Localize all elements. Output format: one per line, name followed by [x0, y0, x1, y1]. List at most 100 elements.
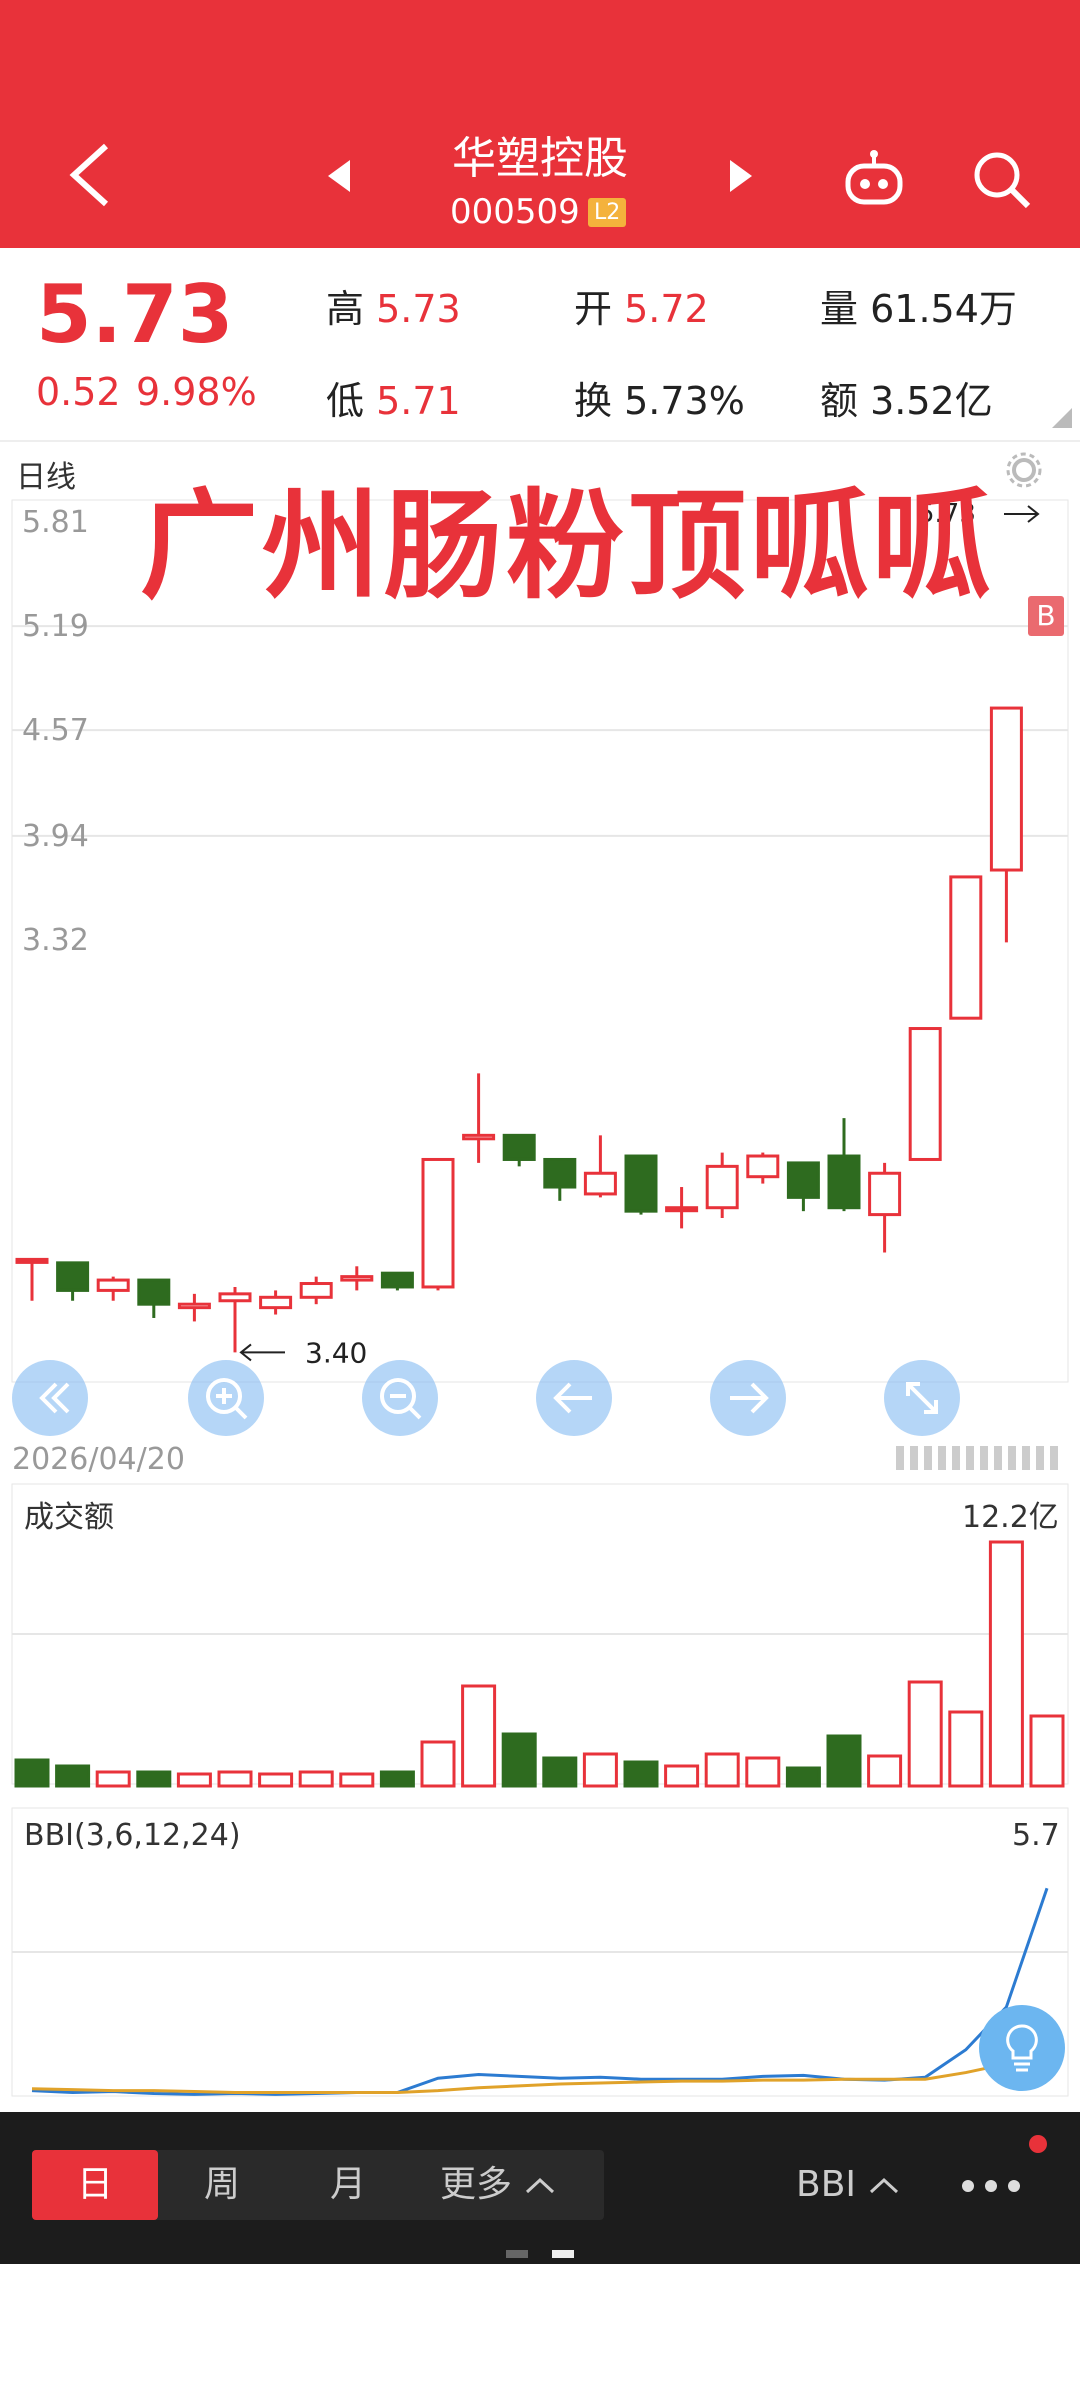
amount-bar: [623, 1760, 659, 1788]
candle: [137, 1278, 171, 1306]
stock-code: 000509: [450, 192, 580, 232]
date-label: 2026/04/20: [12, 1442, 185, 1477]
scroll-indicator[interactable]: [896, 1444, 1066, 1472]
lightbulb-icon[interactable]: [978, 2004, 1066, 2092]
bbi-chart[interactable]: [0, 1806, 1080, 2100]
amount-bar: [582, 1752, 618, 1788]
zoom-in-icon[interactable]: [188, 1360, 264, 1436]
bbi-series-line: [31, 1887, 1049, 2096]
arrow-left-icon[interactable]: [536, 1360, 612, 1436]
expand-corner-icon[interactable]: [1052, 408, 1072, 428]
amount-bar: [298, 1770, 334, 1788]
candle: [15, 1257, 49, 1264]
top-bar: 华塑控股 000509 L2: [0, 0, 1080, 248]
amount-bar: [461, 1684, 497, 1788]
amount-bar: [339, 1772, 375, 1788]
candle: [543, 1157, 577, 1189]
y-tick-label: 3.94: [22, 819, 89, 854]
zoom-out-icon[interactable]: [362, 1360, 438, 1436]
search-icon[interactable]: [970, 148, 1034, 212]
amount-bar: [14, 1758, 50, 1788]
amount-bar: [379, 1770, 415, 1788]
next-stock-icon[interactable]: [730, 160, 752, 192]
amount-bar: [664, 1764, 700, 1788]
open-label: 开: [574, 287, 613, 331]
open-value: 5.72: [624, 287, 709, 331]
amount-bar: [988, 1540, 1024, 1788]
y-tick-label: 3.32: [22, 923, 89, 958]
last-price: 5.73: [36, 268, 234, 361]
price-change-pct: 9.98%: [136, 370, 257, 414]
arrow-right-icon[interactable]: [710, 1360, 786, 1436]
candle: [989, 706, 1023, 872]
candle: [380, 1271, 414, 1289]
tab-day[interactable]: 日: [32, 2150, 158, 2220]
candle: [96, 1278, 130, 1292]
candle: [177, 1302, 211, 1310]
amount-bar: [258, 1772, 294, 1788]
high-label: 高: [326, 287, 365, 331]
volume-label: 量: [820, 287, 859, 331]
amount-bar: [948, 1710, 984, 1788]
candle: [259, 1295, 293, 1310]
price-change: 0.52: [36, 370, 121, 414]
low-label: 低: [326, 379, 365, 423]
candle: [421, 1157, 455, 1289]
amount-bar: [542, 1756, 578, 1788]
amount-value: 3.52亿: [870, 379, 993, 423]
chevron-up-icon: [870, 2177, 899, 2194]
stock-name: 华塑控股: [452, 133, 628, 184]
candle: [665, 1206, 699, 1213]
robot-icon[interactable]: [842, 150, 906, 210]
candle: [827, 1154, 861, 1210]
candle: [462, 1133, 496, 1141]
amount-bar: [136, 1770, 172, 1788]
candle: [583, 1171, 617, 1196]
page-indicator: [506, 2250, 574, 2258]
amount-bar: [501, 1732, 537, 1788]
amount-bar: [217, 1770, 253, 1788]
candle: [746, 1154, 780, 1179]
overlay-caption: 广州肠粉顶呱呱: [140, 477, 995, 615]
y-tick-label: 5.81: [22, 505, 89, 540]
notification-dot: [1029, 2135, 1047, 2153]
amount-bar: [826, 1734, 862, 1788]
candle: [56, 1261, 90, 1292]
amount-bar: [1029, 1714, 1065, 1788]
fullscreen-icon[interactable]: [884, 1360, 960, 1436]
tab-week[interactable]: 周: [170, 2150, 274, 2220]
buy-signal-badge[interactable]: B: [1028, 596, 1064, 636]
indicator-selector[interactable]: BBI: [796, 2150, 926, 2220]
amount-bar: [176, 1772, 212, 1788]
tab-more-label: 更多: [440, 2164, 513, 2205]
amount-bar: [745, 1756, 781, 1788]
chevron-up-icon: [526, 2177, 555, 2194]
low-value: 5.71: [376, 379, 461, 423]
candle: [786, 1161, 820, 1199]
kline-frame: [11, 499, 1069, 1383]
amount-bar: [95, 1770, 131, 1788]
amount-bar: [867, 1754, 903, 1788]
tab-month[interactable]: 月: [296, 2150, 400, 2220]
candle: [218, 1292, 252, 1303]
candle: [340, 1275, 374, 1282]
scroll-left-icon[interactable]: [12, 1360, 88, 1436]
amount-bar: [420, 1740, 456, 1788]
candle: [949, 875, 983, 1020]
candle: [299, 1282, 333, 1299]
candle: [705, 1164, 739, 1210]
high-value: 5.73: [376, 287, 461, 331]
amount-chart[interactable]: [0, 1482, 1080, 1792]
turnover-value: 5.73%: [624, 379, 745, 423]
volume-value: 61.54万: [870, 287, 1017, 331]
candle: [502, 1133, 536, 1161]
level2-badge[interactable]: L2: [588, 198, 627, 227]
candle: [908, 1027, 942, 1161]
more-options-icon[interactable]: [958, 2168, 1028, 2198]
candle: [624, 1154, 658, 1213]
quote-panel: 5.73 0.52 9.98% 高 5.73 低 5.71 开 5.72 换 5…: [0, 248, 1080, 438]
min-price-marker: 3.40: [305, 1336, 367, 1369]
amount-bar: [704, 1752, 740, 1788]
tab-more[interactable]: 更多: [440, 2150, 590, 2220]
amount-bar: [785, 1766, 821, 1788]
